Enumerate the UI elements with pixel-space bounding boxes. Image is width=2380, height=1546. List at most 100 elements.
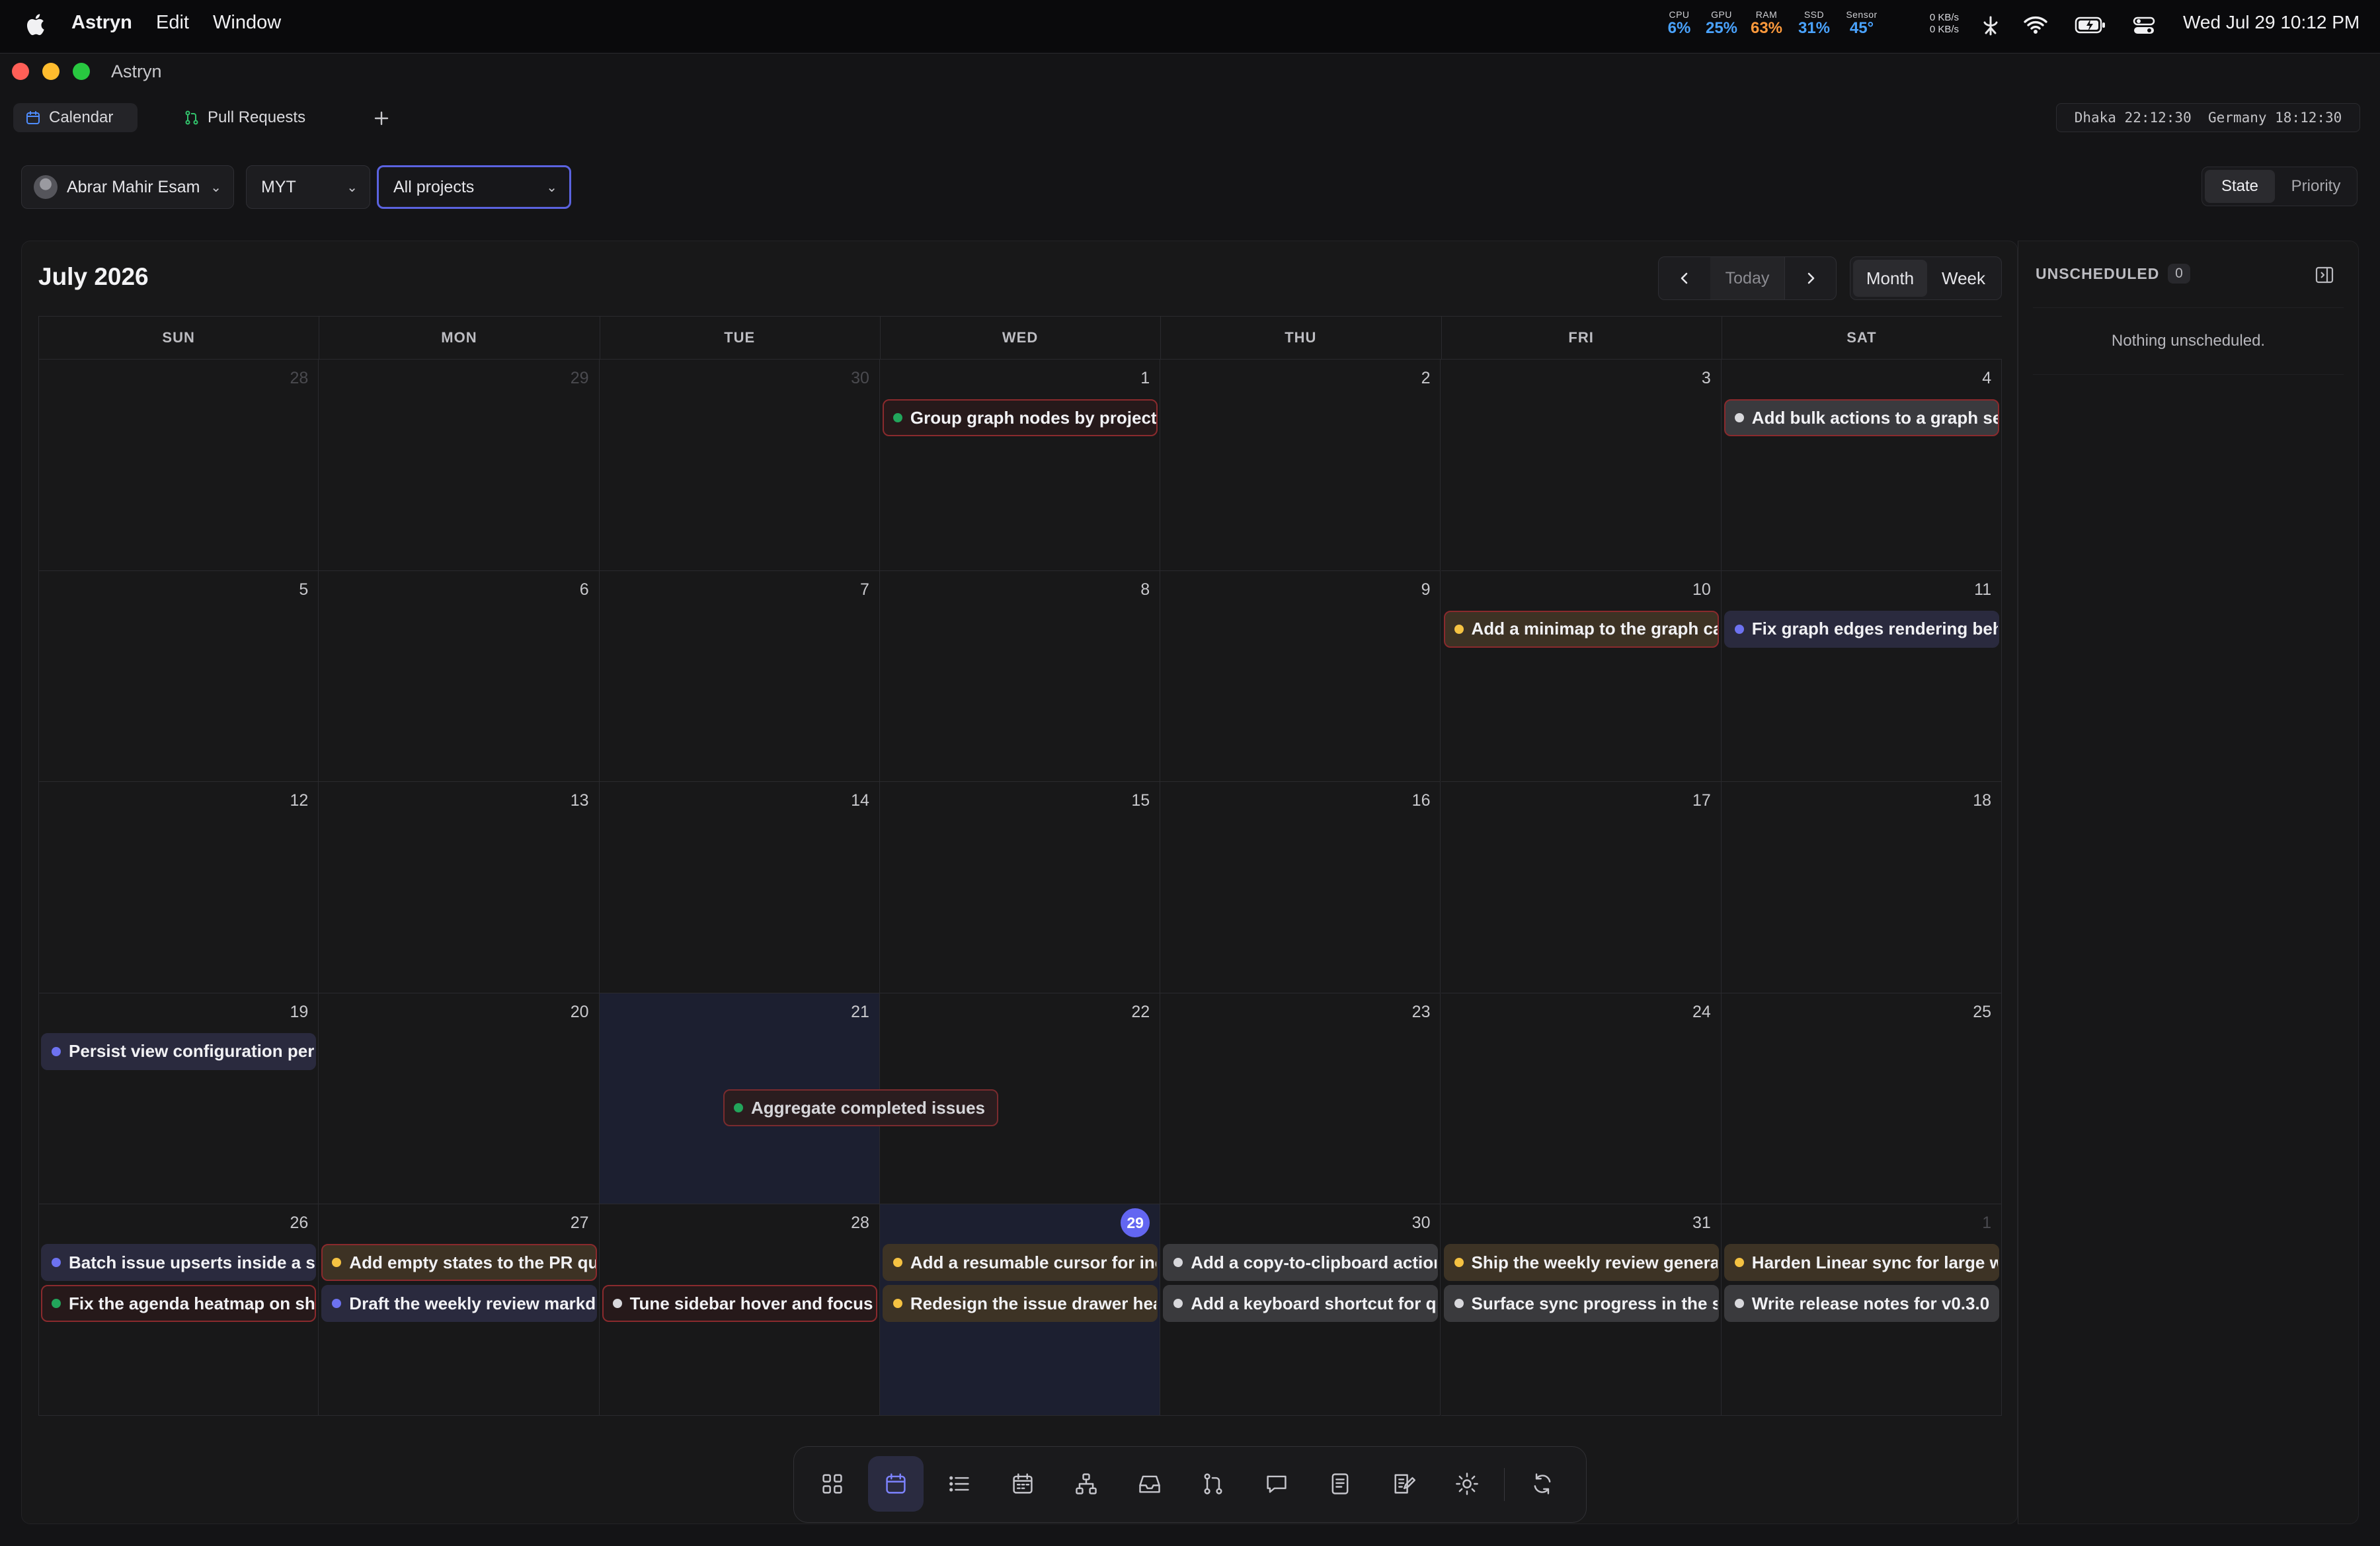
antenna-icon[interactable] [1981, 15, 2001, 37]
wifi-icon[interactable] [2023, 15, 2048, 34]
calendar-event[interactable]: Persist view configuration per project [41, 1032, 317, 1070]
day-cell[interactable] [599, 782, 880, 993]
day-cell[interactable] [319, 993, 600, 1204]
project-dropdown[interactable]: All projects ⌄ [377, 165, 571, 209]
calendar-event[interactable]: Redesign the issue drawer header [882, 1285, 1158, 1322]
today-button[interactable]: Today [1710, 257, 1784, 299]
timezone-dropdown[interactable]: MYT ⌄ [246, 165, 370, 209]
calendar-event[interactable]: Fix graph edges rendering behind nodes [1724, 610, 2000, 648]
user-dropdown[interactable]: Abrar Mahir Esam ⌄ [21, 165, 234, 209]
month-view-button[interactable]: Month [1853, 260, 1927, 297]
minimize-window-button[interactable] [42, 63, 60, 80]
calendar-event[interactable]: Harden Linear sync for large workspaces [1724, 1244, 2000, 1281]
dock-grid-button[interactable] [805, 1456, 860, 1512]
calendar-event[interactable]: Add empty states to the PR queue [321, 1244, 597, 1281]
day-cell[interactable] [1160, 570, 1441, 782]
status-dot [52, 1299, 61, 1308]
dock-pull-request-button[interactable] [1185, 1456, 1241, 1512]
dock-notes-button[interactable] [1312, 1456, 1368, 1512]
day-cell[interactable] [879, 360, 1161, 571]
status-dot [52, 1258, 61, 1267]
day-cell[interactable] [599, 570, 880, 782]
menu-app-name[interactable]: Astryn [71, 12, 132, 34]
dock-chat-button[interactable] [1249, 1456, 1304, 1512]
status-dot [1734, 413, 1744, 422]
calendar-event[interactable]: Tune sidebar hover and focus states [602, 1285, 877, 1322]
day-cell[interactable] [319, 782, 600, 993]
day-cell[interactable] [1721, 360, 2003, 571]
calendar-event[interactable]: Add a minimap to the graph canvas [1443, 610, 1719, 648]
collapse-panel-icon[interactable] [2315, 265, 2334, 285]
day-cell[interactable] [879, 782, 1161, 993]
net-up: 0 KB/s [1929, 12, 1959, 23]
day-cell[interactable] [38, 360, 319, 571]
dock-graph-button[interactable] [1058, 1456, 1114, 1512]
stat-ssd: SSD 31% [1792, 9, 1837, 37]
calendar-event[interactable]: Add a keyboard shortcut for quick captur… [1163, 1285, 1439, 1322]
battery-icon[interactable] [2075, 16, 2106, 34]
calendar-event[interactable]: Batch issue upserts inside a sync [41, 1244, 317, 1281]
grid-header-divider [879, 316, 881, 360]
day-cell[interactable] [1160, 782, 1441, 993]
calendar-event[interactable]: Group graph nodes by project [882, 399, 1158, 436]
event-title: Harden Linear sync for large workspaces [1751, 1252, 1998, 1272]
calendar-event[interactable]: Add a copy-to-clipboard action [1163, 1244, 1439, 1281]
group-by-priority-button[interactable]: Priority [2278, 170, 2354, 203]
previous-month-button[interactable] [1659, 257, 1711, 299]
user-name: Abrar Mahir Esam [67, 177, 200, 196]
menu-window[interactable]: Window [213, 12, 281, 34]
group-by-state-button[interactable]: State [2205, 170, 2275, 203]
day-cell[interactable] [1160, 360, 1441, 571]
status-dot [892, 413, 902, 422]
day-cell[interactable] [1160, 993, 1441, 1204]
menu-datetime[interactable]: Wed Jul 29 10:12 PM [2183, 12, 2360, 33]
tab-pull-requests[interactable]: Pull Requests [172, 103, 324, 132]
calendar-event[interactable]: Add bulk actions to a graph selection [1724, 399, 2000, 436]
calendar-event[interactable]: Ship the weekly review generator [1443, 1244, 1719, 1281]
week-view-button[interactable]: Week [1928, 260, 1999, 297]
calendar-event[interactable]: Add a resumable cursor for incremental s… [882, 1244, 1158, 1281]
day-cell[interactable] [319, 570, 600, 782]
calendar-event[interactable]: Write release notes for v0.3.0 [1724, 1285, 2000, 1322]
day-cell[interactable] [1441, 360, 1722, 571]
status-dot [332, 1299, 342, 1308]
day-cell[interactable] [1721, 782, 2003, 993]
dock-refresh-button[interactable] [1515, 1456, 1570, 1512]
dock-agenda-button[interactable] [995, 1456, 1051, 1512]
day-cell[interactable] [1721, 570, 2003, 782]
dragging-event[interactable]: Aggregate completed issues [723, 1089, 998, 1126]
day-cell[interactable] [879, 570, 1161, 782]
dock-inbox-button[interactable] [1122, 1456, 1177, 1512]
day-cell[interactable] [1441, 782, 1722, 993]
dock-review-button[interactable] [1376, 1456, 1431, 1512]
menu-edit[interactable]: Edit [156, 12, 189, 34]
unscheduled-count-badge: 0 [2168, 264, 2190, 284]
day-cell[interactable] [1441, 570, 1722, 782]
day-cell[interactable] [38, 993, 319, 1204]
day-number: 17 [1692, 791, 1711, 810]
zoom-window-button[interactable] [73, 63, 90, 80]
next-month-button[interactable] [1784, 257, 1837, 299]
day-cell[interactable] [599, 360, 880, 571]
calendar-event[interactable]: Fix the agenda heatmap on short weeks [41, 1285, 317, 1322]
day-number: 21 [851, 1002, 869, 1021]
calendar-event[interactable]: Draft the weekly review markdown [321, 1285, 597, 1322]
control-center-icon[interactable] [2133, 16, 2155, 36]
day-cell[interactable] [1441, 993, 1722, 1204]
day-cell[interactable] [319, 360, 600, 571]
weekday-header: SUN [162, 329, 195, 346]
dock-list-button[interactable] [932, 1456, 987, 1512]
day-cell[interactable] [1721, 993, 2003, 1204]
add-tab-icon[interactable] [373, 110, 390, 127]
calendar-event[interactable]: Surface sync progress in the status bar [1443, 1285, 1719, 1322]
dock-calendar-button[interactable] [868, 1456, 924, 1512]
dock-settings-button[interactable] [1439, 1456, 1495, 1512]
status-dot [892, 1299, 902, 1308]
stat-value: 63% [1750, 19, 1783, 37]
close-window-button[interactable] [12, 63, 29, 80]
day-cell[interactable] [38, 782, 319, 993]
day-cell[interactable] [38, 570, 319, 782]
tab-calendar[interactable]: Calendar [13, 103, 138, 132]
chevron-down-icon: ⌄ [346, 180, 358, 195]
apple-icon[interactable] [25, 13, 45, 36]
